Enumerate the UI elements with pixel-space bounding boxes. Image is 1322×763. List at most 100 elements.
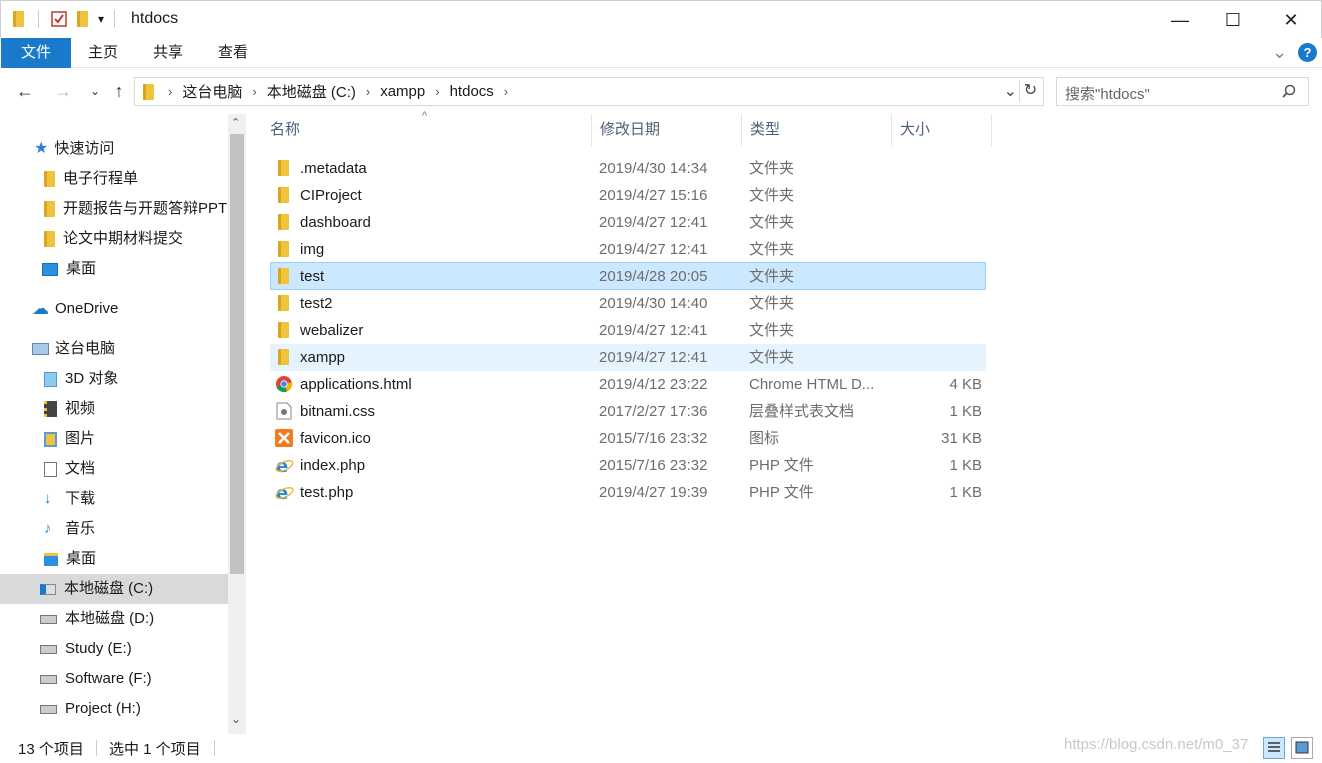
quick-access-dropdown[interactable]: ▾	[98, 12, 104, 26]
nav-drive-c[interactable]: 本地磁盘 (C:)	[0, 574, 228, 604]
file-type: 图标	[749, 430, 780, 447]
nav-item-pictures[interactable]: 图片	[44, 425, 95, 453]
file-row[interactable]: .metadata 2019/4/30 14:34 文件夹	[270, 155, 986, 182]
file-type: PHP 文件	[749, 457, 814, 474]
document-icon	[44, 461, 57, 477]
refresh-icon[interactable]: ↻	[1019, 80, 1041, 102]
help-icon[interactable]: ?	[1298, 43, 1317, 62]
nav-drive-f[interactable]: Software (F:)	[40, 665, 152, 693]
breadcrumb-xampp[interactable]: xampp	[374, 83, 431, 100]
folder-icon[interactable]	[13, 11, 24, 27]
window-title: htdocs	[131, 10, 179, 27]
breadcrumb-htdocs[interactable]: htdocs	[444, 83, 500, 100]
picture-icon	[44, 431, 57, 447]
tab-file[interactable]: 文件	[1, 38, 71, 68]
ie-icon: e	[275, 483, 294, 502]
ribbon-expand-icon[interactable]: ⌄	[1272, 42, 1287, 63]
column-size[interactable]: 大小	[892, 114, 992, 146]
nav-onedrive[interactable]: ☁ OneDrive	[32, 295, 118, 323]
address-bar[interactable]: › 这台电脑 › 本地磁盘 (C:) › xampp › htdocs › ⌄ …	[134, 77, 1044, 106]
file-row[interactable]: favicon.ico 2015/7/16 23:32 图标 31 KB	[270, 425, 986, 452]
nav-item-proposal[interactable]: 开题报告与开题答辩PPT	[44, 195, 227, 223]
nav-item-midterm[interactable]: 论文中期材料提交	[44, 225, 183, 253]
back-button[interactable]: ←	[12, 78, 38, 104]
tab-view[interactable]: 查看	[208, 38, 258, 68]
forward-button[interactable]: →	[50, 78, 76, 104]
column-type[interactable]: 类型	[742, 114, 892, 146]
large-icons-view-icon	[1295, 741, 1309, 754]
tab-home[interactable]: 主页	[78, 38, 128, 68]
nav-drive-h[interactable]: Project (H:)	[40, 695, 141, 723]
file-row-selected[interactable]: test 2019/4/28 20:05 文件夹	[270, 262, 986, 290]
file-row[interactable]: e test.php 2019/4/27 19:39 PHP 文件 1 KB	[270, 479, 986, 506]
breadcrumb-separator[interactable]: ›	[362, 84, 374, 99]
recent-locations-button[interactable]: ⌄	[82, 78, 108, 104]
music-icon: ♪	[44, 520, 52, 537]
details-view-button[interactable]	[1263, 737, 1285, 759]
file-name: CIProject	[300, 187, 362, 204]
column-date[interactable]: 修改日期	[592, 114, 742, 146]
up-button[interactable]: ↑	[106, 78, 132, 104]
file-row[interactable]: dashboard 2019/4/27 12:41 文件夹	[270, 209, 986, 236]
large-icons-view-button[interactable]	[1291, 737, 1313, 759]
cloud-icon: ☁	[32, 299, 49, 318]
nav-item-music[interactable]: ♪ 音乐	[44, 515, 95, 543]
nav-this-pc[interactable]: 这台电脑	[32, 335, 115, 363]
separator	[38, 10, 39, 28]
desktop-icon	[44, 552, 58, 566]
nav-drive-e[interactable]: Study (E:)	[40, 635, 132, 663]
file-name: dashboard	[300, 214, 371, 231]
search-input[interactable]: 搜索"htdocs"	[1056, 77, 1309, 106]
file-row[interactable]: bitnami.css 2017/2/27 17:36 层叠样式表文档 1 KB	[270, 398, 986, 425]
file-row[interactable]: CIProject 2019/4/27 15:16 文件夹	[270, 182, 986, 209]
search-icon[interactable]	[1282, 84, 1296, 98]
nav-item-desktop-qa[interactable]: 桌面	[42, 255, 96, 283]
nav-item-downloads[interactable]: ↓ 下载	[44, 485, 95, 513]
file-row[interactable]: e index.php 2015/7/16 23:32 PHP 文件 1 KB	[270, 452, 986, 479]
nav-item-itinerary[interactable]: 电子行程单	[44, 165, 138, 193]
cube-icon	[44, 371, 57, 387]
nav-item-desktop[interactable]: 桌面	[44, 545, 96, 573]
file-row-hover[interactable]: xampp 2019/4/27 12:41 文件夹	[270, 344, 986, 371]
ribbon: 文件 主页 共享 查看 ⌄ ?	[0, 38, 1322, 68]
nav-item-videos[interactable]: 视频	[44, 395, 95, 423]
scroll-up-icon[interactable]: ⌃	[231, 116, 240, 129]
breadcrumb-separator[interactable]: ›	[248, 84, 260, 99]
file-row[interactable]: test2 2019/4/30 14:40 文件夹	[270, 290, 986, 317]
folder-icon	[278, 322, 289, 338]
nav-scrollbar-thumb[interactable]	[230, 134, 244, 574]
breadcrumb-this-pc[interactable]: 这台电脑	[176, 81, 248, 102]
file-date: 2015/7/16 23:32	[599, 457, 708, 474]
file-row[interactable]: img 2019/4/27 12:41 文件夹	[270, 236, 986, 263]
nav-label: Software (F:)	[65, 670, 152, 687]
file-row[interactable]: webalizer 2019/4/27 12:41 文件夹	[270, 317, 986, 344]
breadcrumb-separator[interactable]: ›	[431, 84, 443, 99]
address-dropdown-icon[interactable]: ⌄	[1004, 81, 1017, 101]
nav-label: Study (E:)	[65, 640, 132, 657]
maximize-button[interactable]: ☐	[1204, 1, 1262, 39]
scroll-down-icon[interactable]: ⌄	[231, 712, 241, 726]
nav-drive-d[interactable]: 本地磁盘 (D:)	[40, 605, 154, 633]
drive-icon	[40, 644, 57, 654]
file-row[interactable]: applications.html 2019/4/12 23:22 Chrome…	[270, 371, 986, 398]
breadcrumb-separator[interactable]: ›	[500, 84, 512, 99]
file-type: 文件夹	[749, 268, 795, 285]
breadcrumb-separator[interactable]: ›	[164, 84, 176, 99]
folder-icon	[143, 83, 154, 100]
file-date: 2019/4/30 14:34	[599, 160, 708, 177]
file-size: 1 KB	[949, 403, 982, 420]
xampp-icon	[275, 429, 293, 447]
item-count: 13 个项目	[18, 741, 84, 758]
tab-share[interactable]: 共享	[143, 38, 193, 68]
nav-quick-access[interactable]: ★ 快速访问	[34, 135, 114, 163]
new-folder-icon[interactable]	[77, 11, 88, 27]
breadcrumb-drive-c[interactable]: 本地磁盘 (C:)	[261, 81, 362, 102]
column-name[interactable]: 名称	[262, 114, 592, 146]
properties-icon[interactable]	[51, 11, 67, 27]
nav-item-3d-objects[interactable]: 3D 对象	[44, 365, 118, 393]
nav-item-documents[interactable]: 文档	[44, 455, 95, 483]
minimize-button[interactable]: —	[1151, 1, 1209, 39]
close-button[interactable]: ✕	[1262, 1, 1320, 39]
file-name: bitnami.css	[300, 403, 376, 420]
file-date: 2019/4/27 12:41	[599, 322, 708, 339]
